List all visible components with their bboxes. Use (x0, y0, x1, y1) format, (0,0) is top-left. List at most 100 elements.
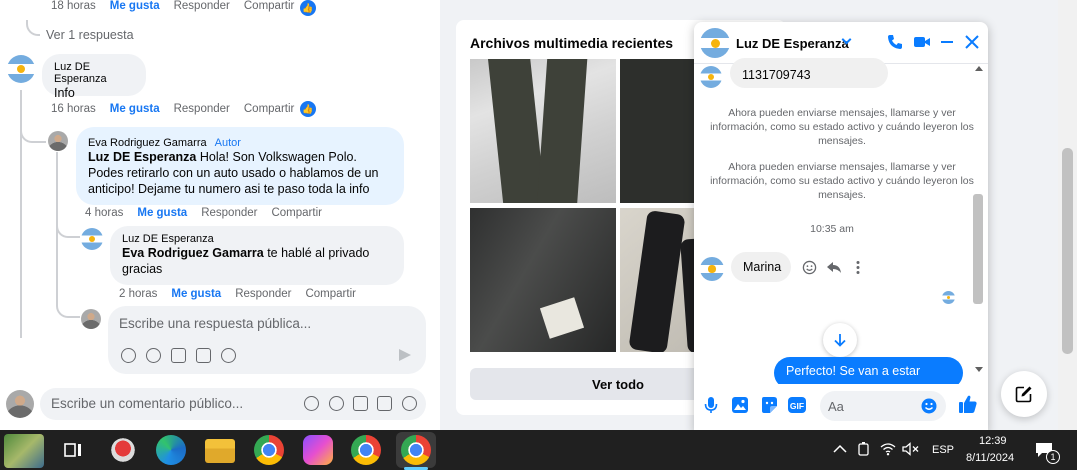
reply-button[interactable]: Responder (174, 0, 230, 12)
more-options-icon[interactable] (855, 260, 861, 275)
close-icon[interactable] (964, 34, 980, 50)
send-icon[interactable] (399, 349, 411, 361)
gif-icon[interactable] (377, 396, 392, 411)
thread-connector (56, 222, 80, 238)
sticker-icon[interactable] (402, 396, 417, 411)
comment-actions: 18 horas Me gusta Responder Compartir (51, 0, 295, 12)
like-button[interactable]: Me gusta (137, 207, 187, 219)
chrome-browser-icon[interactable] (254, 435, 284, 465)
avatar[interactable] (700, 28, 730, 58)
like-reaction-icon[interactable]: 👍 (300, 101, 316, 117)
share-button[interactable]: Compartir (244, 0, 294, 12)
emoji-icon[interactable] (329, 396, 344, 411)
photo-icon[interactable] (731, 396, 749, 414)
comment-actions: 16 horas Me gusta Responder Compartir (51, 103, 295, 115)
share-button[interactable]: Compartir (244, 103, 294, 115)
avatar-sticker-icon[interactable] (304, 396, 319, 411)
sticker-icon[interactable] (760, 396, 778, 414)
avatar (700, 257, 724, 281)
avatar[interactable] (7, 55, 35, 83)
share-button[interactable]: Compartir (305, 288, 355, 300)
minimize-icon[interactable] (940, 34, 954, 50)
reply-button[interactable]: Responder (201, 207, 257, 219)
chat-scrollbar[interactable] (972, 64, 984, 384)
media-photo[interactable] (470, 208, 616, 352)
comment-input[interactable]: Escribe un comentario público... (40, 388, 426, 420)
comment-text: Info (54, 86, 75, 100)
share-button[interactable]: Compartir (271, 207, 321, 219)
avatar (700, 66, 722, 88)
phone-icon[interactable] (887, 34, 903, 50)
thread-connector (56, 300, 80, 318)
compose-icon (1015, 386, 1032, 403)
gif-icon[interactable] (196, 348, 211, 363)
gif-icon[interactable]: GIF (787, 396, 807, 414)
avatar[interactable] (81, 228, 103, 250)
speaker-muted-icon[interactable] (902, 442, 920, 456)
file-explorer-icon[interactable] (205, 439, 235, 463)
language-indicator[interactable]: ESP (932, 444, 954, 456)
like-button[interactable]: Me gusta (110, 0, 160, 12)
emoji-icon[interactable] (921, 398, 937, 414)
page-scrollbar[interactable] (1058, 0, 1077, 430)
reply-input[interactable]: Escribe una respuesta pública... (108, 306, 426, 374)
media-title: Archivos multimedia recientes (470, 35, 674, 51)
scroll-down-button[interactable] (823, 323, 857, 357)
comment-actions: 2 horas Me gusta Responder Compartir (119, 288, 356, 300)
like-button[interactable]: Me gusta (171, 288, 221, 300)
chevron-up-icon[interactable] (833, 444, 847, 454)
emoji-icon[interactable] (146, 348, 161, 363)
comment-author[interactable]: Luz DE Esperanza (54, 61, 134, 85)
message-input[interactable]: Aa (820, 391, 946, 421)
avatar[interactable] (48, 131, 68, 151)
thread-connector (26, 20, 40, 36)
weather-widget-icon[interactable] (4, 434, 44, 468)
page-scrollbar-thumb[interactable] (1062, 148, 1073, 354)
comment-author[interactable]: Luz DE Esperanza (122, 233, 392, 245)
react-emoji-icon[interactable] (802, 260, 817, 275)
thumbs-up-icon[interactable] (958, 394, 978, 414)
mention-link[interactable]: Luz DE Esperanza (88, 150, 196, 164)
microphone-icon[interactable] (704, 396, 718, 414)
camera-icon[interactable] (353, 396, 368, 411)
reply-input-placeholder: Escribe una respuesta pública... (119, 316, 312, 331)
camera-icon[interactable] (171, 348, 186, 363)
paint-app-icon[interactable] (108, 435, 138, 465)
reply-arrow-icon[interactable] (826, 260, 842, 275)
like-button[interactable]: Me gusta (110, 103, 160, 115)
comments-panel: 18 horas Me gusta Responder Compartir 👍 … (0, 0, 440, 430)
reply-button[interactable]: Responder (174, 103, 230, 115)
svg-text:GIF: GIF (790, 401, 804, 411)
comment-input-placeholder: Escribe un comentario público... (51, 396, 244, 411)
author-badge: Autor (214, 137, 241, 149)
comment-author[interactable]: Eva Rodriguez Gamarra (88, 137, 207, 149)
new-message-button[interactable] (1001, 371, 1047, 417)
video-call-icon[interactable] (913, 34, 931, 50)
message-bubble[interactable]: Marina (731, 252, 791, 282)
clock-time[interactable]: 12:39 (979, 435, 1007, 447)
chrome-browser-active-icon[interactable] (401, 435, 431, 465)
message-bubble[interactable]: 1131709743 (730, 58, 888, 88)
avatar-sticker-icon[interactable] (121, 348, 136, 363)
comment-text: Luz DE Esperanza Hola! Son Volkswagen Po… (88, 150, 379, 196)
battery-plug-icon[interactable] (857, 441, 871, 457)
chat-contact-name[interactable]: Luz DE Esperanza (736, 36, 849, 51)
see-replies-link[interactable]: Ver 1 respuesta (46, 28, 134, 42)
task-view-icon[interactable] (58, 435, 88, 465)
edge-browser-icon[interactable] (156, 435, 186, 465)
mention-link[interactable]: Eva Rodriguez Gamarra (122, 246, 264, 260)
notification-count-badge: 1 (1046, 450, 1060, 464)
copilot-icon[interactable] (303, 435, 333, 465)
chat-scrollbar-thumb[interactable] (973, 194, 983, 304)
wifi-icon[interactable] (880, 442, 896, 456)
thread-connector (20, 125, 46, 143)
reply-button[interactable]: Responder (235, 288, 291, 300)
avatar (6, 390, 34, 418)
system-message: Ahora pueden enviarse mensajes, llamarse… (710, 161, 974, 201)
sticker-icon[interactable] (221, 348, 236, 363)
comment-actions: 4 horas Me gusta Responder Compartir (85, 207, 322, 219)
chrome-profile-icon[interactable] (351, 435, 381, 465)
like-reaction-icon[interactable]: 👍 (300, 0, 316, 16)
media-photo[interactable] (470, 59, 616, 203)
clock-date[interactable]: 8/11/2024 (966, 452, 1014, 464)
